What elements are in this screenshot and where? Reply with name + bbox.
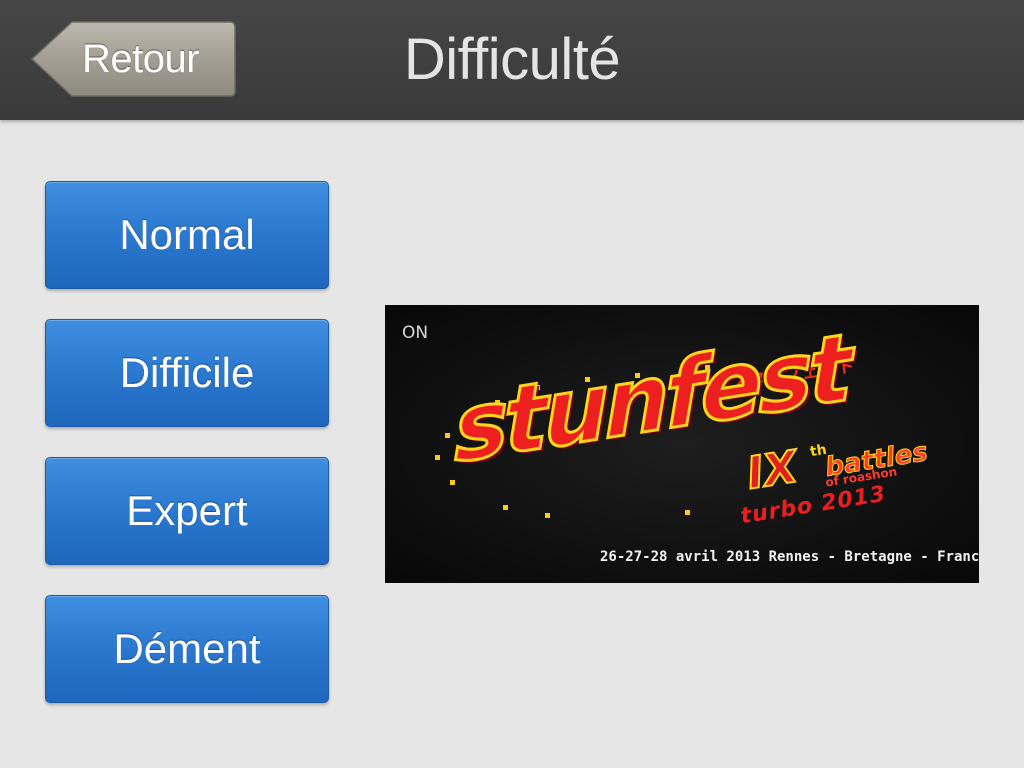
pixel-decoration	[685, 510, 690, 515]
difficulty-expert-button[interactable]: Expert	[45, 457, 329, 565]
pixel-decoration	[445, 433, 450, 438]
banner-dates: 26-27-28 avril 2013 Rennes - Bretagne - …	[600, 549, 979, 565]
pixel-decoration	[435, 455, 440, 460]
difficulty-normal-button[interactable]: Normal	[45, 181, 329, 289]
stunfest-banner: ON スタンフェスト stunfest IX th battles of roa…	[385, 305, 979, 583]
banner-edition: IX	[742, 440, 802, 500]
banner-status-label: ON	[402, 323, 429, 343]
navigation-bar: Retour Difficulté	[0, 0, 1024, 120]
difficulty-list: Normal Difficile Expert Dément	[45, 181, 329, 733]
pixel-decoration	[545, 513, 550, 518]
difficulty-difficile-button[interactable]: Difficile	[45, 319, 329, 427]
back-button[interactable]: Retour	[30, 20, 236, 98]
difficulty-dement-button[interactable]: Dément	[45, 595, 329, 703]
pixel-decoration	[503, 505, 508, 510]
back-button-label: Retour	[82, 37, 200, 81]
